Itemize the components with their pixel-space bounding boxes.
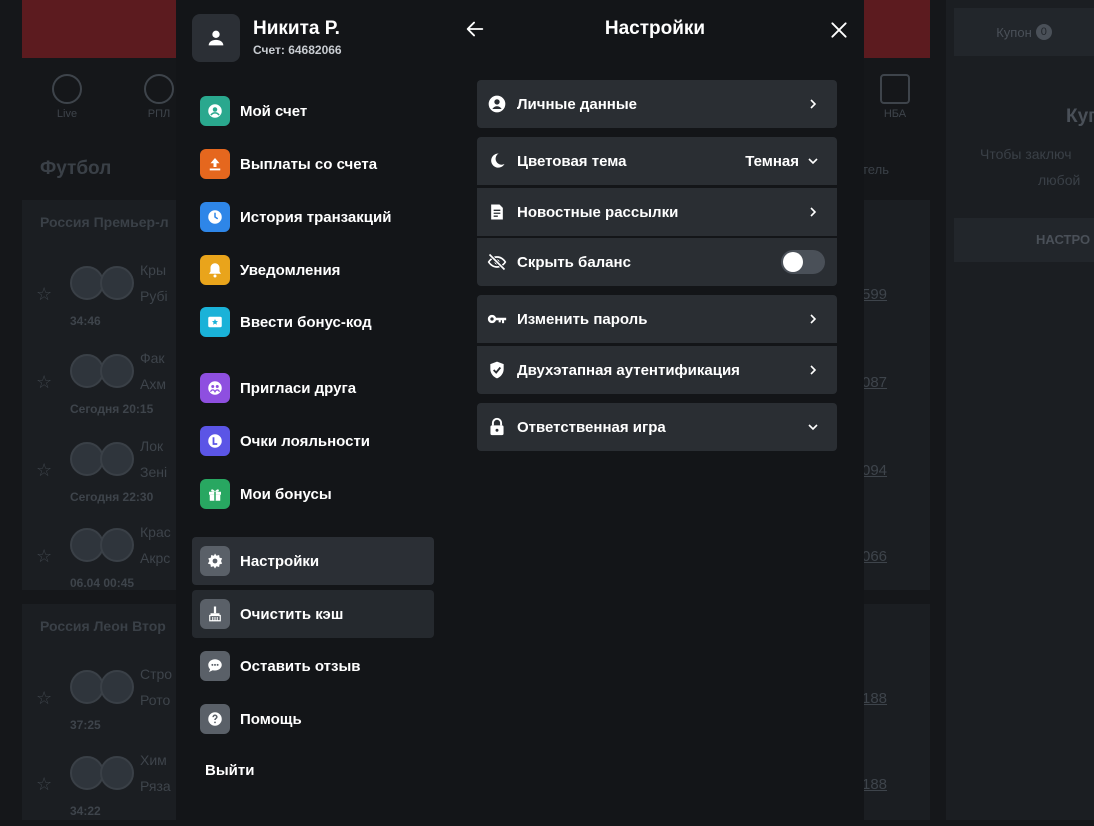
clock-icon	[200, 202, 230, 232]
star-icon: ☆	[36, 460, 53, 480]
setting-responsible-gaming[interactable]: Ответственная игра	[477, 403, 837, 451]
eye-off-icon	[486, 251, 508, 273]
chevron-right-icon	[805, 311, 821, 327]
league-title: Россия Премьер-л	[40, 214, 169, 230]
star-icon: ☆	[36, 372, 53, 392]
chevron-right-icon	[805, 204, 821, 220]
sport-title: Футбол	[40, 158, 112, 179]
settings-header: Настройки	[446, 0, 864, 60]
hide-balance-toggle[interactable]	[781, 250, 825, 274]
menu-item-feedback[interactable]: Оставить отзыв	[192, 642, 434, 690]
settings-modal: Никита Р. Счет: 64682066 Мой счет Выплат…	[176, 0, 864, 820]
coupon-tab: Купон 0	[954, 8, 1094, 56]
setting-change-password[interactable]: Изменить пароль	[477, 295, 837, 343]
logout-button[interactable]: Выйти	[205, 762, 254, 779]
menu-item-notifications[interactable]: Уведомления	[192, 246, 434, 294]
chat-icon	[200, 651, 230, 681]
menu-item-loyalty-points[interactable]: Очки лояльности	[192, 417, 434, 465]
avatar[interactable]	[192, 14, 240, 62]
menu-item-help[interactable]: Помощь	[192, 695, 434, 743]
lock-icon	[486, 416, 508, 438]
user-icon	[208, 30, 224, 46]
help-icon	[200, 704, 230, 734]
setting-hide-balance: Скрыть баланс	[477, 238, 837, 286]
setting-two-factor-auth[interactable]: Двухэтапная аутентификация	[477, 346, 837, 394]
league-title: Россия Леон Втор	[40, 618, 166, 634]
arrow-left-icon	[466, 21, 484, 37]
menu-item-settings[interactable]: Настройки	[192, 537, 434, 585]
menu-item-withdrawals[interactable]: Выплаты со счета	[192, 140, 434, 188]
account-sidebar: Никита Р. Счет: 64682066 Мой счет Выплат…	[176, 0, 446, 820]
menu-item-transaction-history[interactable]: История транзакций	[192, 193, 434, 241]
nav-item-nba: НБА	[860, 66, 930, 120]
star-icon: ☆	[36, 284, 53, 304]
star-icon: ☆	[36, 774, 53, 794]
back-button[interactable]	[462, 16, 488, 42]
star-icon: ☆	[36, 688, 53, 708]
gear-icon	[200, 546, 230, 576]
upload-icon	[200, 149, 230, 179]
setting-personal-data[interactable]: Личные данные	[477, 80, 837, 128]
chevron-down-icon	[805, 419, 821, 435]
setting-newsletters[interactable]: Новостные рассылки	[477, 188, 837, 236]
menu-item-my-account[interactable]: Мой счет	[192, 87, 434, 135]
shield-check-icon	[486, 359, 508, 381]
chevron-down-icon	[805, 153, 821, 169]
star-icon: ☆	[36, 546, 53, 566]
menu-item-invite-friend[interactable]: Пригласи друга	[192, 364, 434, 412]
user-icon	[200, 96, 230, 126]
key-icon	[486, 308, 508, 330]
chevron-right-icon	[805, 96, 821, 112]
gift-icon	[200, 479, 230, 509]
user-block: Никита Р. Счет: 64682066	[192, 14, 432, 62]
ticket-star-icon	[200, 307, 230, 337]
menu-item-my-bonuses[interactable]: Мои бонусы	[192, 470, 434, 518]
setting-color-theme[interactable]: Цветовая тема Темная	[477, 137, 837, 185]
close-icon	[831, 22, 847, 38]
broom-icon	[200, 599, 230, 629]
loyalty-icon	[200, 426, 230, 456]
moon-icon	[486, 150, 508, 172]
newsletter-icon	[486, 201, 508, 223]
coupon-panel: Купон 0 Куп Чтобы заключ любой НАСТРО	[946, 0, 1094, 820]
menu-item-clear-cache[interactable]: Очистить кэш	[192, 590, 434, 638]
bell-icon	[200, 255, 230, 285]
account-number: Счет: 64682066	[253, 43, 342, 57]
nav-item-live: Live	[32, 66, 102, 120]
user-circle-icon	[486, 93, 508, 115]
close-button[interactable]	[826, 17, 852, 43]
page-title: Настройки	[604, 18, 706, 39]
user-name: Никита Р.	[253, 18, 340, 39]
menu-item-bonus-code[interactable]: Ввести бонус-код	[192, 298, 434, 346]
theme-select[interactable]: Темная	[745, 153, 799, 170]
sort-label: тель	[862, 162, 889, 177]
friends-icon	[200, 373, 230, 403]
chevron-right-icon	[805, 362, 821, 378]
